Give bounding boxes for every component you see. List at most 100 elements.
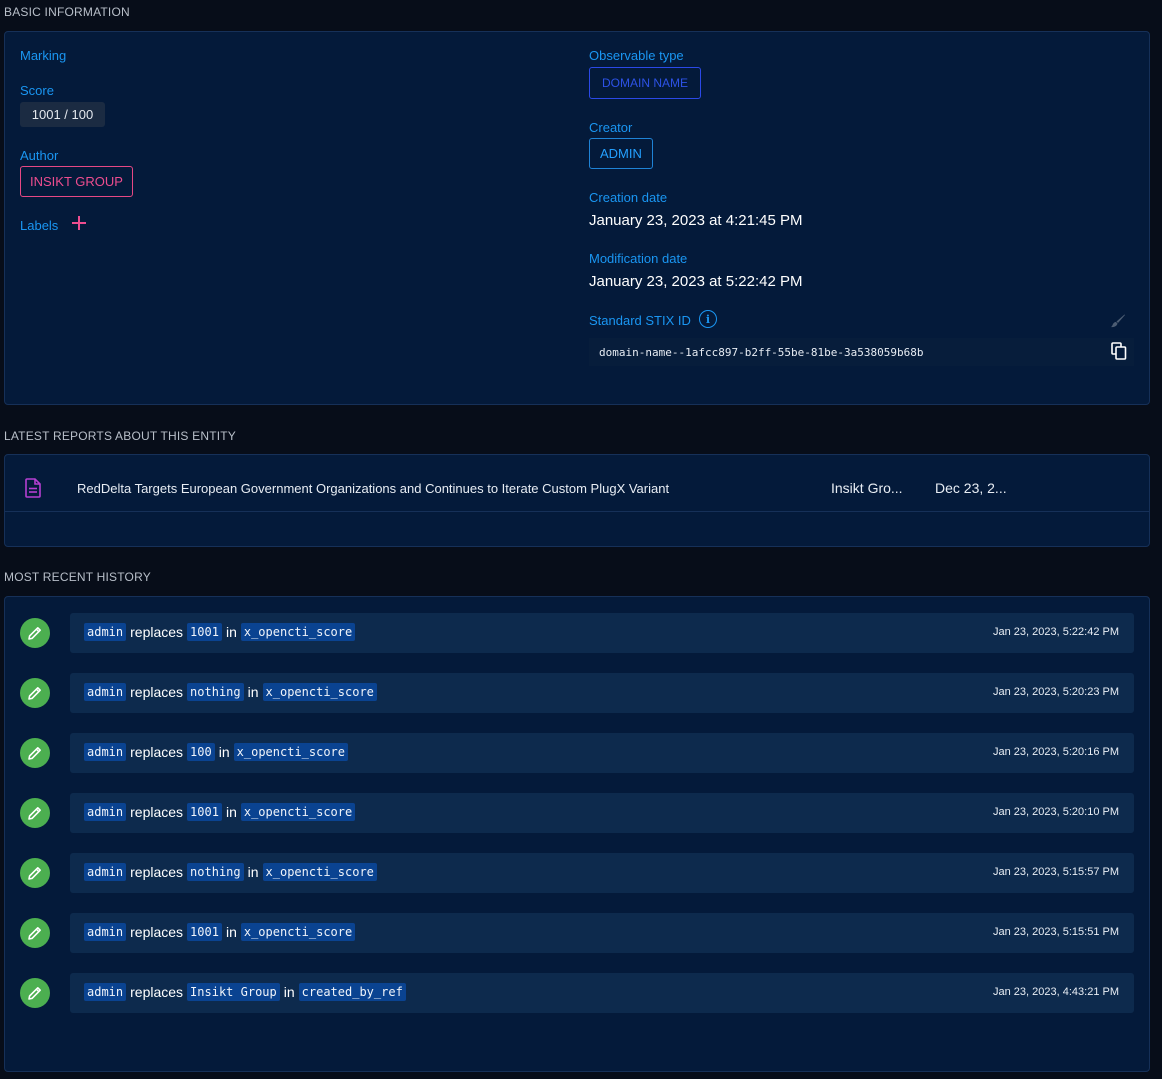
creator-chip[interactable]: ADMIN [589,138,653,169]
history-user: admin [84,743,127,761]
pencil-icon [20,858,50,888]
section-title-latest-reports: LATEST REPORTS ABOUT THIS ENTITY [4,429,237,443]
history-field: x_opencti_score [233,743,349,761]
history-date: Jan 23, 2023, 5:15:57 PM [993,866,1119,878]
history-message: admin replaces 100 in x_opencti_score [84,743,349,761]
history-verb: replaces [130,924,184,940]
history-value: 1001 [187,923,222,941]
history-date: Jan 23, 2023, 5:20:16 PM [993,746,1119,758]
report-author: Insikt Gro... [831,480,903,496]
history-user: admin [84,683,127,701]
history-card: admin replaces 1001 in x_opencti_score J… [70,793,1134,833]
history-panel: admin replaces 1001 in x_opencti_score J… [4,596,1150,1072]
history-user: admin [84,983,127,1001]
history-message: admin replaces 1001 in x_opencti_score [84,623,356,641]
history-entry: admin replaces 1001 in x_opencti_score J… [5,913,1151,953]
pencil-icon [20,798,50,828]
info-icon[interactable]: i [699,310,717,328]
history-field: x_opencti_score [240,803,356,821]
creation-date-value: January 23, 2023 at 4:21:45 PM [589,212,803,229]
section-title-history: MOST RECENT HISTORY [4,570,151,584]
history-value: nothing [187,683,244,701]
history-user: admin [84,623,127,641]
report-title: RedDelta Targets European Government Org… [77,481,670,496]
history-prep: in [247,864,259,880]
modification-date-value: January 23, 2023 at 5:22:42 PM [589,273,803,290]
history-date: Jan 23, 2023, 5:22:42 PM [993,626,1119,638]
history-message: admin replaces Insikt Group in created_b… [84,983,406,1001]
history-entry: admin replaces 100 in x_opencti_score Ja… [5,733,1151,773]
history-date: Jan 23, 2023, 4:43:21 PM [993,986,1119,998]
history-value: 1001 [187,803,222,821]
history-entry: admin replaces nothing in x_opencti_scor… [5,853,1151,893]
history-value: Insikt Group [187,983,280,1001]
history-field: x_opencti_score [262,683,377,701]
history-date: Jan 23, 2023, 5:20:23 PM [993,686,1119,698]
document-icon [25,478,41,498]
history-value: nothing [187,863,244,881]
history-user: admin [84,803,127,821]
history-verb: replaces [130,864,184,880]
history-verb: replaces [130,804,184,820]
report-date: Dec 23, 2... [935,480,1007,496]
plus-icon[interactable] [72,216,86,230]
history-prep: in [225,624,237,640]
history-card: admin replaces 1001 in x_opencti_score J… [70,913,1134,953]
history-field: x_opencti_score [262,863,377,881]
history-verb: replaces [130,684,184,700]
history-verb: replaces [130,624,184,640]
history-field: created_by_ref [298,983,406,1001]
history-card: admin replaces nothing in x_opencti_scor… [70,673,1134,713]
author-chip[interactable]: INSIKT GROUP [20,166,133,197]
history-entry: admin replaces 1001 in x_opencti_score J… [5,613,1151,653]
pencil-icon [20,618,50,648]
brush-icon[interactable] [1110,313,1126,329]
history-date: Jan 23, 2023, 5:15:51 PM [993,926,1119,938]
author-label: Author [20,148,59,163]
history-card: admin replaces nothing in x_opencti_scor… [70,853,1134,893]
history-user: admin [84,923,127,941]
history-prep: in [283,984,295,1000]
history-entry: admin replaces nothing in x_opencti_scor… [5,673,1151,713]
history-field: x_opencti_score [240,623,356,641]
observable-type-label: Observable type [589,48,684,63]
section-title-basic-information: BASIC INFORMATION [4,5,130,19]
history-prep: in [247,684,259,700]
history-prep: in [225,804,237,820]
pencil-icon [20,918,50,948]
labels-label: Labels [20,218,59,233]
history-field: x_opencti_score [240,923,356,941]
creator-label: Creator [589,120,633,135]
score-chip: 1001 / 100 [20,102,105,127]
copy-icon[interactable] [1111,342,1127,360]
marking-label: Marking [20,48,67,63]
history-card: admin replaces Insikt Group in created_b… [70,973,1134,1013]
pencil-icon [20,678,50,708]
report-row[interactable]: RedDelta Targets European Government Org… [5,455,1149,512]
history-card: admin replaces 100 in x_opencti_score Ja… [70,733,1134,773]
observable-type-chip: DOMAIN NAME [589,67,702,99]
history-prep: in [218,744,230,760]
stix-id-value[interactable]: domain-name--1afcc897-b2ff-55be-81be-3a5… [589,338,1134,366]
history-value: 1001 [187,623,222,641]
history-entry: admin replaces 1001 in x_opencti_score J… [5,793,1151,833]
creation-date-label: Creation date [589,190,668,205]
score-label: Score [20,83,54,98]
basic-information-panel: Marking Score 1001 / 100 Author INSIKT G… [4,31,1150,405]
modification-date-label: Modification date [589,251,688,266]
history-verb: replaces [130,744,184,760]
history-message: admin replaces 1001 in x_opencti_score [84,803,356,821]
history-message: admin replaces 1001 in x_opencti_score [84,923,356,941]
history-prep: in [225,924,237,940]
latest-reports-panel: RedDelta Targets European Government Org… [4,454,1150,547]
history-entry: admin replaces Insikt Group in created_b… [5,973,1151,1013]
pencil-icon [20,978,50,1008]
history-message: admin replaces nothing in x_opencti_scor… [84,863,377,881]
history-date: Jan 23, 2023, 5:20:10 PM [993,806,1119,818]
stix-id-label: Standard STIX ID [589,313,691,328]
history-message: admin replaces nothing in x_opencti_scor… [84,683,377,701]
pencil-icon [20,738,50,768]
history-verb: replaces [130,984,184,1000]
history-user: admin [84,863,127,881]
history-card: admin replaces 1001 in x_opencti_score J… [70,613,1134,653]
